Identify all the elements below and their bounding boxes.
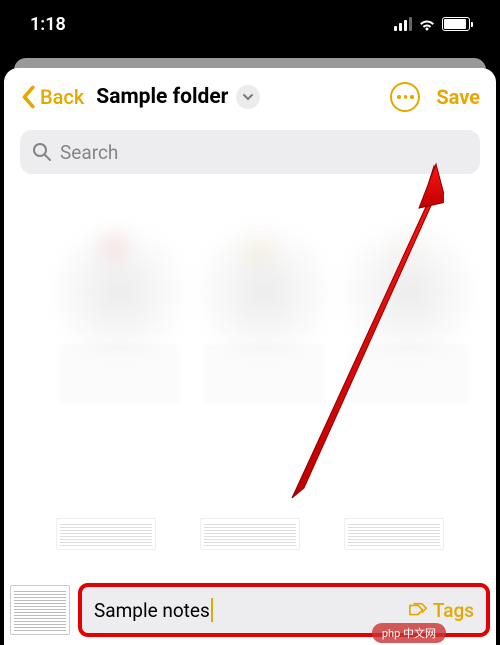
tags-label: Tags bbox=[433, 599, 474, 622]
back-label: Back bbox=[40, 85, 84, 109]
save-button[interactable]: Save bbox=[436, 85, 480, 109]
note-title-input[interactable]: Sample notes bbox=[94, 598, 213, 622]
page-thumbnail[interactable] bbox=[200, 518, 300, 550]
document-thumbnail[interactable] bbox=[10, 585, 70, 635]
battery-icon bbox=[442, 17, 470, 31]
search-input[interactable]: Search bbox=[20, 130, 480, 174]
tags-icon bbox=[409, 602, 429, 618]
modal-sheet: Back Sample folder Save Search bbox=[4, 68, 496, 645]
more-options-button[interactable] bbox=[390, 82, 420, 112]
status-bar: 1:18 bbox=[0, 0, 500, 48]
tags-button[interactable]: Tags bbox=[409, 599, 474, 622]
chevron-left-icon bbox=[20, 85, 36, 109]
folder-dropdown-button[interactable] bbox=[236, 85, 260, 109]
text-cursor bbox=[211, 598, 213, 622]
watermark: php 中文网 bbox=[372, 623, 446, 643]
back-button[interactable]: Back bbox=[20, 85, 84, 109]
status-time: 1:18 bbox=[30, 14, 66, 35]
thumbnail-row bbox=[4, 518, 496, 550]
note-title-value: Sample notes bbox=[94, 599, 210, 622]
ellipsis-icon bbox=[397, 95, 401, 99]
search-placeholder: Search bbox=[60, 141, 118, 164]
wifi-icon bbox=[418, 17, 436, 31]
notes-grid bbox=[4, 182, 496, 462]
chevron-down-icon bbox=[242, 93, 254, 101]
page-thumbnail[interactable] bbox=[344, 518, 444, 550]
folder-title[interactable]: Sample folder bbox=[96, 85, 228, 109]
search-icon bbox=[32, 142, 52, 162]
cellular-icon bbox=[394, 17, 412, 31]
status-icons bbox=[394, 17, 470, 31]
navigation-bar: Back Sample folder Save bbox=[4, 68, 496, 122]
page-thumbnail[interactable] bbox=[56, 518, 156, 550]
